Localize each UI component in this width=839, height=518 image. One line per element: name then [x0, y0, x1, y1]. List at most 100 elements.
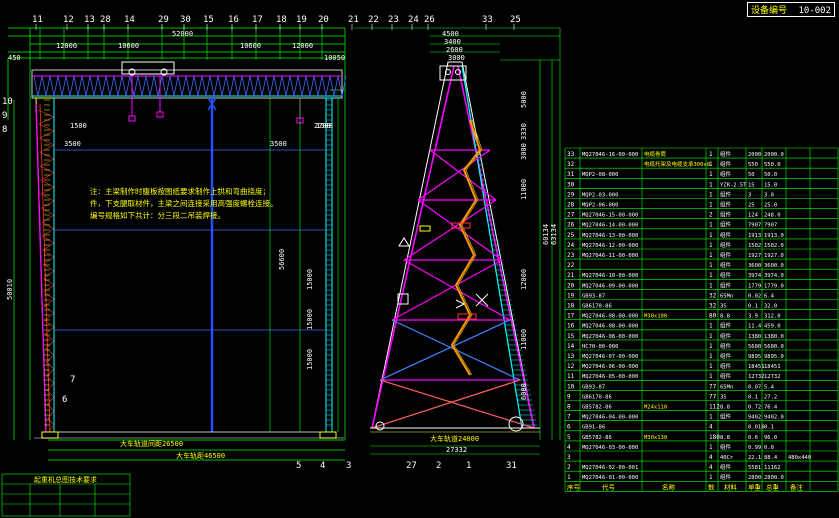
table-row-total-weight: 459.0	[764, 324, 781, 330]
table-row-qty: 4	[709, 424, 713, 431]
table-row-code: MQ27046-02-00-001	[582, 465, 638, 471]
table-row-name: 电缆托架及电缆支承300x8	[644, 160, 710, 168]
table-row-code: MQ27046-03-00-000	[582, 445, 638, 451]
table-row-qty: 1	[709, 232, 713, 239]
table-row-code: MQ27046-06-00-000	[582, 364, 638, 370]
table-row-name: M30x100	[644, 314, 667, 320]
callout-21: 21	[348, 15, 359, 25]
table-row-total-weight: 1502.0	[764, 243, 784, 249]
table-row-unit-weight: 3600	[748, 263, 761, 269]
table-row-total-weight: 0.0	[764, 445, 774, 451]
table-row-material: 组件	[720, 150, 732, 158]
dim-top-0: 52000	[172, 30, 193, 38]
table-row-qty: 1	[709, 444, 713, 451]
table-row-material: 35	[720, 394, 727, 400]
table-row-material: 65Mn	[720, 293, 733, 299]
table-row-qty: 4	[709, 464, 713, 471]
table-row-code: MQ27046-01-00-000	[582, 475, 638, 481]
note-line-3: 编号规格如下共计：分三段二吊装焊接。	[90, 210, 225, 220]
table-row-material: 组件	[720, 251, 732, 259]
table-row-unit-weight: 18451	[748, 364, 765, 370]
table-row-unit-weight: 22.1	[748, 455, 761, 461]
table-row-material: 组件	[720, 201, 732, 209]
table-row-material: 组件	[720, 413, 732, 421]
table-row-total-weight: 1927.0	[764, 253, 784, 259]
device-number-tag: 设备编号 10-002	[747, 2, 835, 17]
table-row-code: MQ27046-14-00-000	[582, 223, 638, 229]
dim-top-9: 3000	[448, 54, 465, 62]
side-elevation	[354, 27, 561, 455]
table-row-unit-weight: 0.6	[748, 435, 758, 441]
table-row-qty: 1	[709, 242, 713, 249]
table-row-total-weight: 9895.0	[764, 354, 784, 360]
table-row-qty: 1	[709, 474, 713, 481]
table-row-total-weight: 550.0	[764, 162, 781, 168]
table-row-no: 32	[567, 161, 575, 168]
table-row-qty: 1	[709, 323, 713, 330]
table-row-material: 组件	[720, 190, 732, 198]
table-row-code: MQ27046-15-00-000	[582, 213, 638, 219]
dim-height-8: 5000	[520, 91, 528, 108]
table-row-note: 480x440	[788, 455, 811, 461]
callout-16: 16	[228, 15, 239, 25]
callout-19: 19	[296, 15, 307, 25]
dim-height-0: 50010	[6, 279, 14, 300]
table-row-no: 12	[567, 363, 575, 370]
table-row-qty: 1	[709, 252, 713, 259]
callout-29: 29	[158, 15, 169, 25]
table-row-qty: 1	[709, 343, 713, 350]
callout-25: 25	[510, 15, 521, 25]
table-row-total-weight: 15.0	[764, 182, 777, 188]
callout-24: 24	[408, 15, 419, 25]
dim-left-0: 1500	[70, 122, 87, 130]
table-row-unit-weight: 12732	[748, 374, 765, 380]
table-row-unit-weight: 3.9	[748, 314, 758, 320]
table-row-qty: 2	[709, 212, 713, 219]
table-row-material: 组件	[720, 241, 732, 249]
table-row-qty: 1	[709, 151, 713, 158]
callout-14: 14	[124, 15, 135, 25]
table-row-code: MQ27046-11-00-000	[582, 253, 638, 259]
callout-28: 28	[100, 15, 111, 25]
table-row-unit-weight: 3974	[748, 273, 762, 279]
table-row-total-weight: 5600.0	[764, 344, 784, 350]
table-row-qty: 1	[709, 353, 713, 360]
stair-path	[450, 119, 482, 376]
callout-3: 3	[346, 461, 351, 471]
table-row-code: MQ27046-08-00-000	[582, 334, 638, 340]
callout-31: 31	[506, 461, 517, 471]
table-row-total-weight: 96.0	[764, 435, 777, 441]
table-row-unit-weight: 5581	[748, 465, 761, 471]
dim-height-11: 11000	[520, 179, 528, 200]
table-row-unit-weight: 15	[748, 182, 755, 188]
dim-height-9: 3330	[520, 123, 528, 140]
table-row-total-weight: 11162	[764, 465, 781, 471]
table-row-material: 组件	[720, 332, 732, 340]
dim-top-2: 10600	[118, 42, 139, 50]
table-row-qty: 1	[709, 282, 713, 289]
table-row-no: 15	[567, 333, 575, 340]
dim-left-2: 3500	[270, 140, 287, 148]
dim-top-1: 12000	[56, 42, 77, 50]
table-row-no: 22	[567, 262, 575, 269]
dim-height-3: 15000	[306, 349, 314, 370]
table-row-total-weight: 3600.0	[764, 263, 784, 269]
table-row-code: GB93-87	[582, 384, 605, 390]
table-row-total-weight: 3.0	[764, 192, 774, 198]
stamp-title: 起重机总图技术要求	[34, 475, 97, 484]
callout-5: 5	[296, 461, 301, 471]
trolley	[121, 61, 175, 75]
callout-33: 33	[482, 15, 493, 25]
table-row-no: 27	[567, 212, 575, 219]
table-row-no: 13	[567, 353, 575, 360]
table-row-material: 组件	[720, 231, 732, 239]
table-row-code: MQ27046-12-00-000	[582, 243, 638, 249]
table-row-qty: 1	[709, 202, 713, 209]
table-row-material: 组件	[720, 443, 732, 451]
table-row-material: 组件	[720, 463, 732, 471]
callout-7: 7	[70, 375, 75, 385]
table-row-material: 组件	[720, 160, 732, 168]
table-row-total-weight: 18451	[764, 364, 781, 370]
table-row-code: MQ27046-10-00-000	[582, 273, 638, 279]
table-row-no: 18	[567, 303, 575, 310]
